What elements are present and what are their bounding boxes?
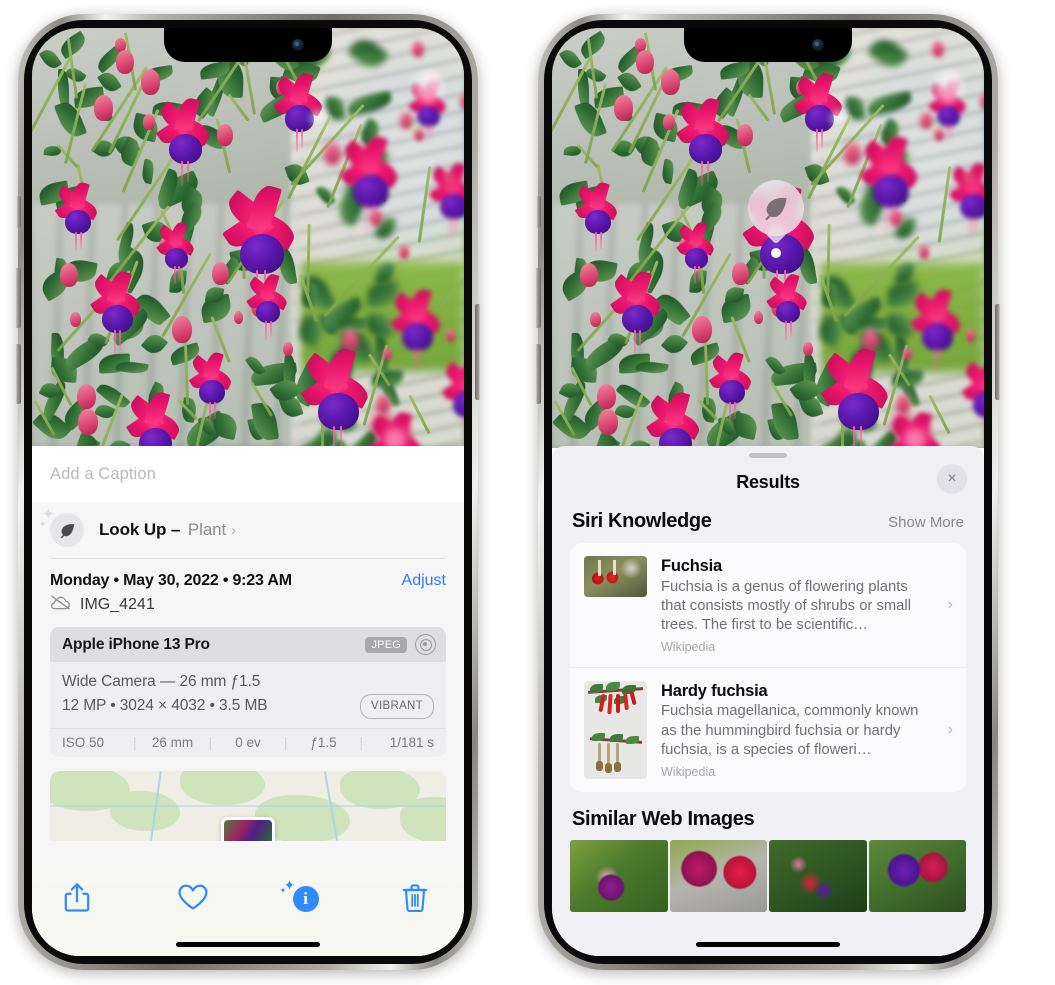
front-camera-icon [292, 39, 304, 51]
look-up-row[interactable]: ✦ ✦ Look Up – Plant › [32, 502, 464, 558]
mute-switch-left[interactable] [16, 196, 21, 228]
info-button[interactable]: ✦ ✦ i [280, 878, 319, 912]
exif-value: 1/181 s [389, 734, 434, 750]
knowledge-card: Fuchsia Fuchsia is a genus of flowering … [570, 543, 966, 792]
knowledge-thumbnail [584, 680, 647, 779]
exif-value: 0 ev [235, 734, 261, 750]
map-pin-thumbnail [224, 819, 272, 841]
visual-lookup-marker[interactable] [748, 180, 804, 258]
similar-image-thumbnail[interactable] [570, 839, 668, 912]
power-button-right[interactable] [995, 304, 1001, 400]
photo-viewer[interactable] [32, 28, 464, 446]
volume-up-button-left[interactable] [15, 268, 21, 328]
lens-line: Wide Camera — 26 mm ƒ1.5 [62, 673, 261, 690]
knowledge-source: Wikipedia [661, 764, 716, 779]
screen-right: Results × Siri Knowledge Show More Fuchs… [552, 28, 984, 956]
results-header: Results × [552, 458, 984, 506]
knowledge-title: Hardy fuchsia [661, 681, 768, 700]
photo-viewer-right[interactable] [552, 28, 984, 448]
exif-row: ISO 50 | 26 mm | 0 ev | ƒ1.5 | 1/181 s [50, 727, 446, 757]
home-indicator-left[interactable] [176, 942, 320, 947]
similar-images-header: Similar Web Images [552, 792, 984, 840]
knowledge-row[interactable]: Fuchsia Fuchsia is a genus of flowering … [570, 543, 966, 667]
notch-right [684, 28, 852, 62]
leaf-icon: ✦ ✦ [39, 507, 84, 547]
camera-card-body: Wide Camera — 26 mm ƒ1.5 12 MP • 3024 × … [50, 662, 446, 728]
format-badge: JPEG [365, 636, 407, 653]
photo-info-sheet: ✦ ✦ Look Up – Plant › Monday • May 30, 2… [32, 502, 464, 956]
exif-value: ISO 50 [62, 734, 105, 750]
similar-image-thumbnail[interactable] [769, 839, 867, 912]
power-button-left[interactable] [475, 304, 481, 400]
look-up-dash: – [170, 520, 181, 539]
sparkle-small-icon: ✦ [279, 886, 287, 895]
volume-down-button-right[interactable] [535, 344, 541, 404]
delete-button[interactable] [400, 882, 434, 916]
marker-anchor-dot [771, 248, 781, 258]
photo-filename: IMG_4241 [80, 596, 155, 613]
volume-down-button-left[interactable] [15, 344, 21, 404]
front-camera-icon [812, 39, 824, 51]
exif-value: ƒ1.5 [310, 734, 337, 750]
leaf-icon [748, 180, 804, 236]
mute-switch-right[interactable] [536, 196, 541, 228]
section-title: Siri Knowledge [572, 510, 712, 532]
sparkle-small-icon: ✦ [39, 519, 47, 529]
camera-card-header: Apple iPhone 13 Pro JPEG [50, 627, 446, 662]
share-button[interactable] [62, 882, 96, 916]
volume-up-button-right[interactable] [535, 268, 541, 328]
screen-left: Add a Caption ✦ ✦ Look Up – Plant › Mond… [32, 28, 464, 956]
phone-right: Results × Siri Knowledge Show More Fuchs… [535, 14, 1001, 970]
similar-images-strip[interactable] [552, 839, 984, 912]
similar-image-thumbnail[interactable] [868, 839, 966, 912]
look-up-text: Look Up [99, 520, 167, 539]
similar-image-thumbnail[interactable] [669, 839, 767, 912]
look-up-kind: Plant [187, 520, 227, 539]
results-title: Results [736, 471, 800, 492]
chevron-right-icon: › [947, 720, 953, 738]
location-map[interactable] [50, 770, 446, 841]
map-photo-pin[interactable] [221, 816, 275, 841]
favorite-button[interactable] [177, 882, 211, 916]
camera-info-card[interactable]: Apple iPhone 13 Pro JPEG Wide Camera — 2… [50, 627, 446, 757]
siri-knowledge-header: Siri Knowledge Show More [552, 506, 984, 543]
exif-value: 26 mm [151, 734, 194, 750]
close-icon: × [947, 470, 957, 487]
caption-field[interactable]: Add a Caption [32, 446, 464, 502]
knowledge-row[interactable]: Hardy fuchsia Fuchsia magellanica, commo… [570, 666, 966, 792]
knowledge-thumbnail [584, 556, 647, 597]
info-circle-icon: i [292, 886, 319, 912]
knowledge-source: Wikipedia [661, 639, 716, 654]
section-title: Similar Web Images [572, 807, 755, 830]
adjust-button[interactable]: Adjust [402, 572, 446, 590]
results-sheet: Results × Siri Knowledge Show More Fuchs… [552, 446, 984, 956]
chevron-right-icon: › [231, 521, 237, 539]
date-time-row: Monday • May 30, 2022 • 9:23 AM Adjust [32, 559, 464, 592]
knowledge-description: Fuchsia magellanica, commonly known as t… [661, 703, 919, 758]
photo-datetime: Monday • May 30, 2022 • 9:23 AM [50, 572, 292, 589]
show-more-button[interactable]: Show More [888, 514, 964, 531]
specs-line: 12 MP • 3024 × 4032 • 3.5 MB [62, 697, 268, 715]
raw-circles-icon [415, 634, 436, 655]
camera-device-name: Apple iPhone 13 Pro [62, 635, 210, 653]
home-indicator-right[interactable] [696, 942, 840, 947]
phone-left: Add a Caption ✦ ✦ Look Up – Plant › Mond… [15, 14, 481, 970]
notch-left [164, 28, 332, 62]
chevron-right-icon: › [947, 595, 953, 613]
knowledge-title: Fuchsia [661, 557, 722, 575]
caption-placeholder: Add a Caption [50, 464, 156, 483]
cloud-slash-icon [50, 595, 71, 615]
look-up-label: Look Up – Plant [99, 520, 226, 540]
style-badge: VIBRANT [360, 694, 434, 719]
close-button[interactable]: × [937, 464, 967, 494]
file-row: IMG_4241 [32, 592, 464, 627]
knowledge-description: Fuchsia is a genus of flowering plants t… [661, 578, 911, 633]
